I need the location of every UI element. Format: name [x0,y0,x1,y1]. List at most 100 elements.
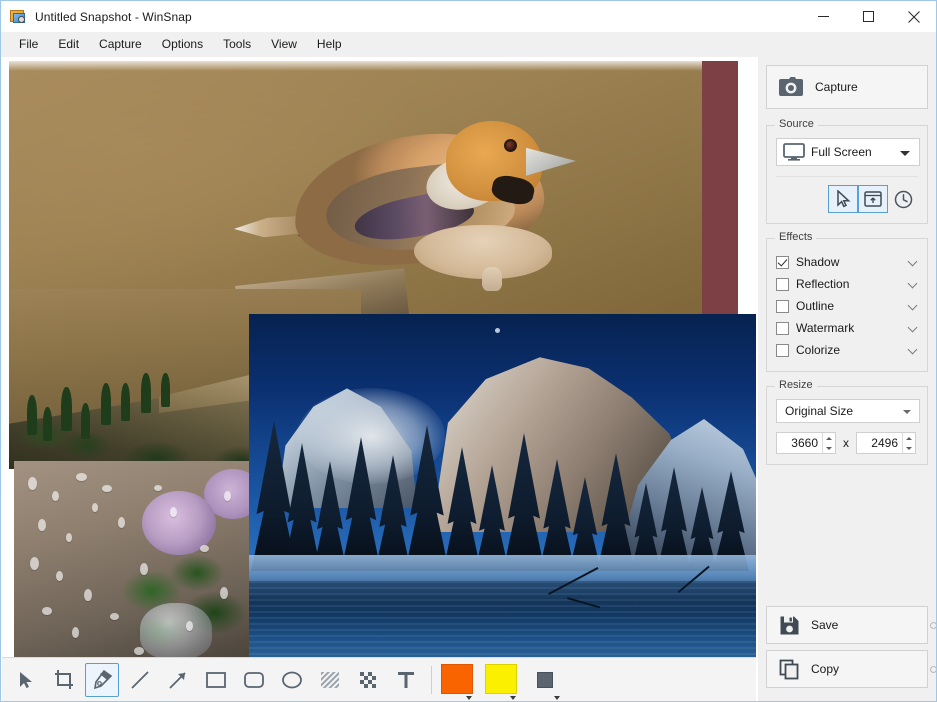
effect-row-outline[interactable]: Outline [776,295,918,317]
chevron-down-icon[interactable] [510,696,516,700]
source-group: Source Full Screen [766,125,928,224]
effects-group: Effects Shadow Reflection Outline Waterm… [766,238,928,372]
outline-checkbox[interactable] [776,300,789,313]
height-spinner[interactable] [902,433,915,453]
bird-photo[interactable] [9,61,738,319]
crop-tool[interactable] [47,663,81,697]
chevron-down-icon[interactable] [908,323,918,333]
copy-button[interactable]: Copy [766,650,928,688]
menu-item-capture[interactable]: Capture [89,34,152,55]
height-decrement[interactable] [903,443,915,453]
effect-row-colorize[interactable]: Colorize [776,339,918,361]
monitor-icon [777,143,811,161]
maximize-button[interactable] [846,1,891,32]
resize-group: Resize Original Size 3660 x 2496 [766,386,928,465]
resize-preset-dropdown[interactable]: Original Size [776,399,920,423]
menu-item-file[interactable]: File [9,34,48,55]
menu-item-options[interactable]: Options [152,34,213,55]
copy-pages-icon [767,659,811,680]
shadow-checkbox[interactable] [776,256,789,269]
effects-group-title: Effects [775,231,816,243]
chevron-down-icon[interactable] [908,257,918,267]
primary-color-swatch[interactable] [440,663,474,697]
effect-label-outline: Outline [796,299,834,313]
rain-droplets [14,461,249,657]
camera-icon [767,76,815,98]
watermark-checkbox[interactable] [776,322,789,335]
text-tool[interactable] [389,663,423,697]
line-width-swatch[interactable] [528,663,562,697]
menu-item-help[interactable]: Help [307,34,352,55]
bird-subject [214,113,584,288]
chevron-down-icon[interactable] [900,151,910,156]
floppy-disk-icon [767,615,811,636]
colorize-checkbox[interactable] [776,344,789,357]
bird-photo-accent-strip [702,61,738,319]
winsnap-window: Untitled Snapshot - WinSnap File Edit Ca… [0,0,937,702]
pixelate-tool[interactable] [351,663,385,697]
cursor-arrow-icon [835,190,852,208]
copy-button-label: Copy [811,662,839,676]
rectangle-icon [204,668,228,692]
panel-actions: Save Copy [766,606,928,694]
ellipse-tool[interactable] [275,663,309,697]
dimension-separator: x [843,436,849,450]
cursor-toggle[interactable] [828,185,858,213]
resize-height-input[interactable]: 2496 [856,432,916,454]
capture-button[interactable]: Capture [766,65,928,109]
effect-row-reflection[interactable]: Reflection [776,273,918,295]
chevron-down-icon[interactable] [908,345,918,355]
resize-width-value: 3660 [777,436,822,450]
select-tool[interactable] [9,663,43,697]
chevron-down-icon[interactable] [908,279,918,289]
menu-item-edit[interactable]: Edit [48,34,89,55]
chevron-down-icon[interactable] [908,301,918,311]
source-group-title: Source [775,118,818,130]
source-dropdown[interactable]: Full Screen [776,138,920,166]
height-increment[interactable] [903,433,915,443]
width-decrement[interactable] [823,443,835,453]
copy-options-indicator[interactable] [930,666,937,673]
resize-width-input[interactable]: 3660 [776,432,836,454]
secondary-color-swatch[interactable] [484,663,518,697]
minimize-button[interactable] [801,1,846,32]
text-t-icon [395,669,417,691]
width-spinner[interactable] [822,433,835,453]
ellipse-icon [280,668,304,692]
effect-row-shadow[interactable]: Shadow [776,251,918,273]
timer-toggle[interactable] [888,185,918,213]
pointer-arrow-icon [16,670,36,690]
window-title: Untitled Snapshot - WinSnap [35,10,192,24]
toolbar-divider [431,666,432,694]
chevron-down-icon[interactable] [466,696,472,700]
pen-tool[interactable] [85,663,119,697]
image-canvas[interactable] [2,57,756,657]
effect-label-reflection: Reflection [796,277,849,291]
checkerboard-icon [357,669,379,691]
save-button-label: Save [811,618,838,632]
close-button[interactable] [891,1,936,32]
window-toggle[interactable] [858,185,888,213]
width-increment[interactable] [823,433,835,443]
save-button[interactable]: Save [766,606,928,644]
blur-tool[interactable] [313,663,347,697]
resize-dimensions-row: 3660 x 2496 [776,432,918,454]
rain-photo[interactable] [14,461,249,657]
resize-preset-value: Original Size [777,404,853,418]
reflection-checkbox[interactable] [776,278,789,291]
crop-icon [53,669,75,691]
rounded-rectangle-tool[interactable] [237,663,271,697]
menu-bar: File Edit Capture Options Tools View Hel… [1,32,936,57]
arrow-tool[interactable] [161,663,195,697]
line-tool[interactable] [123,663,157,697]
rectangle-tool[interactable] [199,663,233,697]
effect-row-watermark[interactable]: Watermark [776,317,918,339]
save-options-indicator[interactable] [930,622,937,629]
chevron-down-icon[interactable] [554,696,560,700]
menu-item-tools[interactable]: Tools [213,34,261,55]
chevron-down-icon[interactable] [903,410,911,414]
line-icon [129,669,151,691]
capture-button-label: Capture [815,80,858,94]
yosemite-photo[interactable] [249,314,756,657]
menu-item-view[interactable]: View [261,34,307,55]
